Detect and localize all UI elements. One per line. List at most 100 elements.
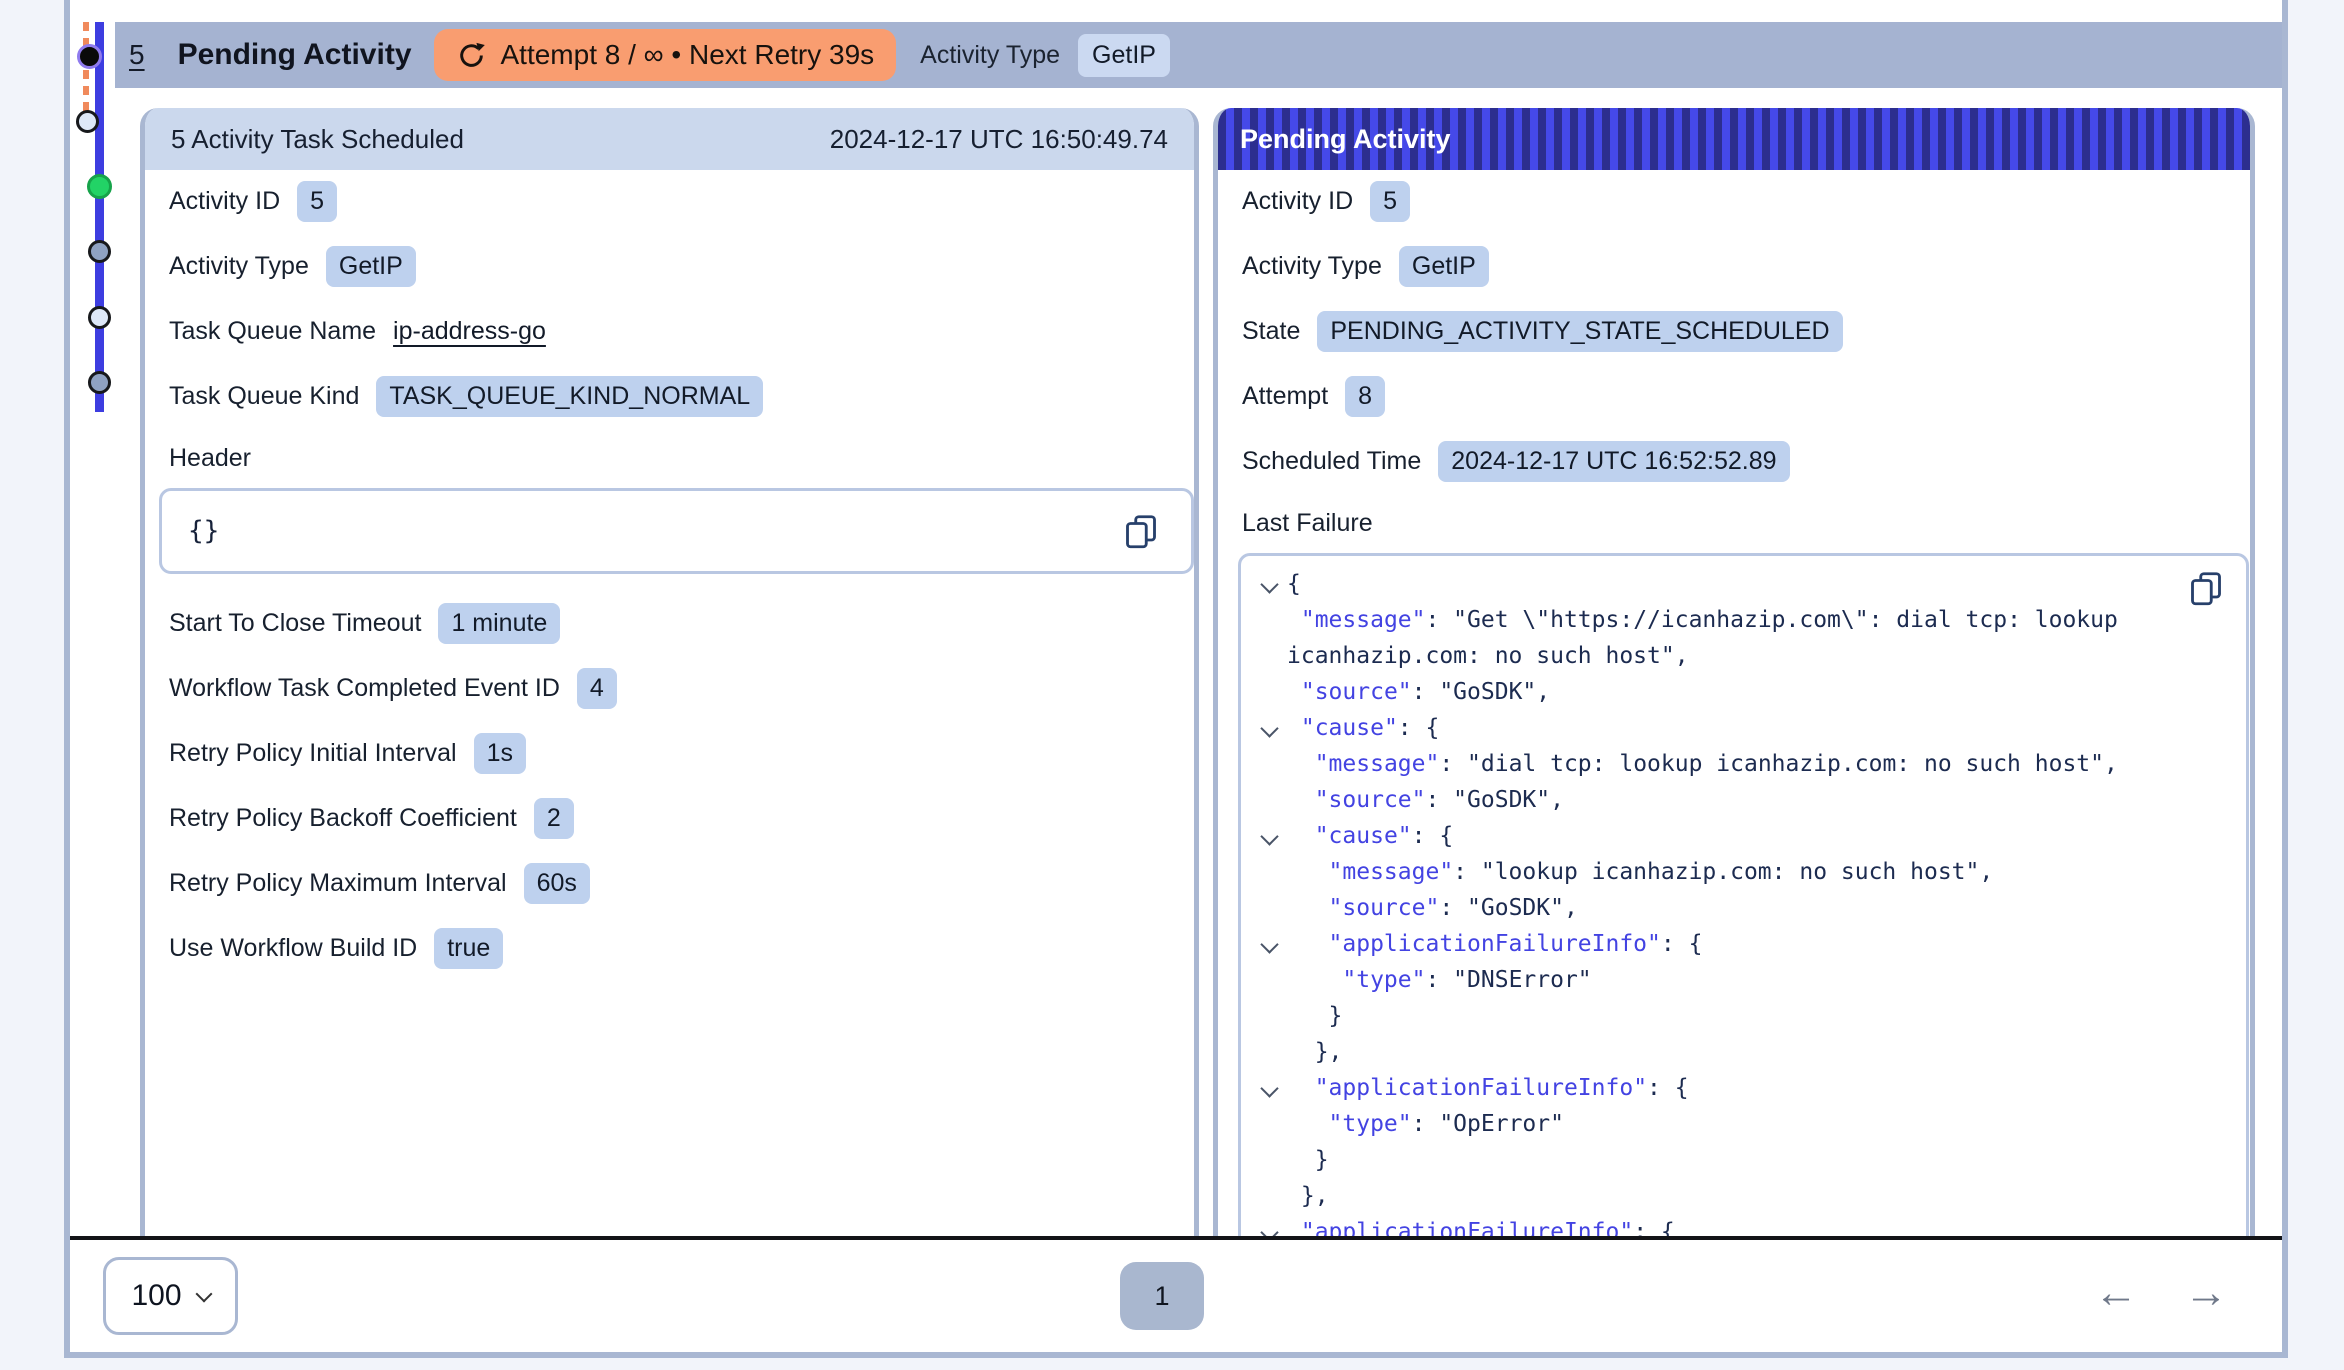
header-payload-value: {} bbox=[188, 516, 219, 546]
json-line: "type": "DNSError" bbox=[1251, 962, 2158, 998]
chevron-down-icon bbox=[195, 1285, 212, 1302]
page-size-select[interactable]: 100 bbox=[103, 1257, 238, 1335]
chevron-spacer bbox=[1251, 854, 1287, 866]
json-line: "applicationFailureInfo": { bbox=[1251, 1070, 2158, 1106]
chevron-spacer bbox=[1251, 674, 1287, 686]
chevron-spacer bbox=[1251, 1142, 1287, 1154]
next-page-arrow[interactable]: → bbox=[2184, 1271, 2228, 1315]
json-line: } bbox=[1251, 1142, 2158, 1178]
json-line-text: "source": "GoSDK", bbox=[1287, 782, 2158, 818]
json-line: "cause": { bbox=[1251, 818, 2158, 854]
collapse-chevron-icon[interactable] bbox=[1251, 926, 1287, 951]
previous-page-arrow[interactable]: ← bbox=[2094, 1271, 2138, 1315]
field-value-badge: 4 bbox=[577, 668, 617, 709]
collapse-chevron-icon[interactable] bbox=[1251, 566, 1287, 591]
json-line-text: "type": "OpError" bbox=[1287, 1106, 2158, 1142]
pending-activity-panel: Pending Activity Activity ID 5 Activity … bbox=[1213, 108, 2255, 1236]
json-line-text: "applicationFailureInfo": { bbox=[1287, 1070, 2158, 1106]
json-line: "type": "OpError" bbox=[1251, 1106, 2158, 1142]
chevron-spacer bbox=[1251, 782, 1287, 794]
chevron-spacer bbox=[1251, 602, 1287, 614]
field-value-badge: 60s bbox=[524, 863, 590, 904]
field-label: Retry Policy Backoff Coefficient bbox=[169, 804, 517, 833]
field-start-to-close-timeout: Start To Close Timeout 1 minute bbox=[169, 600, 1170, 646]
json-line: "source": "GoSDK", bbox=[1251, 674, 2158, 710]
field-retry-policy-maximum-interval: Retry Policy Maximum Interval 60s bbox=[169, 860, 1170, 906]
field-label: Task Queue Kind bbox=[169, 382, 359, 411]
json-line: "message": "Get \"https://icanhazip.com\… bbox=[1251, 602, 2158, 674]
field-label: Retry Policy Initial Interval bbox=[169, 739, 457, 768]
pending-activity-header: Pending Activity bbox=[1218, 108, 2250, 170]
field-task-queue-name: Task Queue Name ip-address-go bbox=[169, 308, 1170, 354]
field-label: Activity ID bbox=[169, 187, 280, 216]
collapse-chevron-icon[interactable] bbox=[1251, 710, 1287, 735]
chevron-spacer bbox=[1251, 962, 1287, 974]
collapse-chevron-icon[interactable] bbox=[1251, 818, 1287, 843]
json-line-text: }, bbox=[1287, 1178, 2158, 1214]
json-line-text: } bbox=[1287, 998, 2158, 1034]
chevron-spacer bbox=[1251, 1034, 1287, 1046]
field-value-badge: 5 bbox=[297, 181, 337, 222]
last-failure-json-viewer: { "message": "Get \"https://icanhazip.co… bbox=[1238, 553, 2249, 1236]
scheduled-panel-timestamp: 2024-12-17 UTC 16:50:49.74 bbox=[830, 124, 1168, 155]
json-line: { bbox=[1251, 566, 2158, 602]
header-section-label: Header bbox=[169, 438, 1170, 478]
retry-badge: Attempt 8 / ∞ • Next Retry 39s bbox=[434, 29, 897, 81]
timeline-dot-current-event[interactable] bbox=[77, 44, 102, 69]
timeline-line bbox=[95, 22, 104, 412]
event-row-pending-activity[interactable]: 5 Pending Activity Attempt 8 / ∞ • Next … bbox=[115, 22, 2282, 88]
field-value-badge: TASK_QUEUE_KIND_NORMAL bbox=[376, 376, 763, 417]
json-line-text: { bbox=[1287, 566, 2158, 602]
json-line-text: "cause": { bbox=[1287, 818, 2158, 854]
field-value-badge: 5 bbox=[1370, 181, 1410, 222]
timeline-dot-event-1[interactable] bbox=[88, 240, 111, 263]
field-scheduled-time: Scheduled Time 2024-12-17 UTC 16:52:52.8… bbox=[1242, 438, 2226, 484]
field-label: State bbox=[1242, 317, 1300, 346]
field-label: Attempt bbox=[1242, 382, 1328, 411]
retry-icon bbox=[456, 40, 487, 71]
timeline-dot-event-2[interactable] bbox=[88, 306, 111, 329]
field-label: Start To Close Timeout bbox=[169, 609, 421, 638]
collapse-chevron-icon[interactable] bbox=[1251, 1070, 1287, 1095]
field-value-badge: GetIP bbox=[326, 246, 416, 287]
json-line-text: } bbox=[1287, 1142, 2158, 1178]
field-task-queue-kind: Task Queue Kind TASK_QUEUE_KIND_NORMAL bbox=[169, 373, 1170, 419]
chevron-spacer bbox=[1251, 998, 1287, 1010]
event-id-link[interactable]: 5 bbox=[129, 39, 145, 71]
json-line: } bbox=[1251, 998, 2158, 1034]
field-value-badge: GetIP bbox=[1399, 246, 1489, 287]
header-payload-codebox: {} bbox=[159, 488, 1194, 574]
workflow-history-page: { "topbar": { "event_id": "5", "title": … bbox=[0, 0, 2344, 1370]
field-label: Use Workflow Build ID bbox=[169, 934, 417, 963]
activity-task-scheduled-panel: 5 Activity Task Scheduled 2024-12-17 UTC… bbox=[140, 108, 1199, 1236]
field-value-badge: 2 bbox=[534, 798, 574, 839]
json-line-text: "type": "DNSError" bbox=[1287, 962, 2158, 998]
timeline-dot-started[interactable] bbox=[87, 174, 112, 199]
history-container: 5 Pending Activity Attempt 8 / ∞ • Next … bbox=[64, 0, 2288, 1358]
field-activity-id: Activity ID 5 bbox=[1242, 178, 2226, 224]
retry-badge-label: Attempt 8 / ∞ • Next Retry 39s bbox=[501, 39, 875, 71]
timeline-dot-event-3[interactable] bbox=[88, 371, 111, 394]
field-activity-id: Activity ID 5 bbox=[169, 178, 1170, 224]
copy-header-button[interactable] bbox=[1123, 513, 1159, 549]
chevron-spacer bbox=[1251, 1178, 1287, 1190]
field-label: Activity Type bbox=[1242, 252, 1382, 281]
chevron-spacer bbox=[1251, 1106, 1287, 1118]
field-activity-type: Activity Type GetIP bbox=[169, 243, 1170, 289]
activity-type-label: Activity Type bbox=[920, 41, 1060, 70]
chevron-spacer bbox=[1251, 890, 1287, 902]
copy-last-failure-button[interactable] bbox=[2188, 570, 2224, 606]
field-attempt: Attempt 8 bbox=[1242, 373, 2226, 419]
json-line: }, bbox=[1251, 1178, 2158, 1214]
page-1-button[interactable]: 1 bbox=[1120, 1262, 1204, 1330]
timeline-dot-pending[interactable] bbox=[76, 110, 99, 133]
field-retry-policy-backoff-coefficient: Retry Policy Backoff Coefficient 2 bbox=[169, 795, 1170, 841]
chevron-spacer bbox=[1251, 746, 1287, 758]
collapse-chevron-icon[interactable] bbox=[1251, 1214, 1287, 1236]
field-label: Activity ID bbox=[1242, 187, 1353, 216]
field-value-badge: 2024-12-17 UTC 16:52:52.89 bbox=[1438, 441, 1789, 482]
field-workflow-task-completed-event-id: Workflow Task Completed Event ID 4 bbox=[169, 665, 1170, 711]
event-title: Pending Activity bbox=[178, 38, 412, 72]
field-state: State PENDING_ACTIVITY_STATE_SCHEDULED bbox=[1242, 308, 2226, 354]
task-queue-link[interactable]: ip-address-go bbox=[393, 317, 546, 346]
